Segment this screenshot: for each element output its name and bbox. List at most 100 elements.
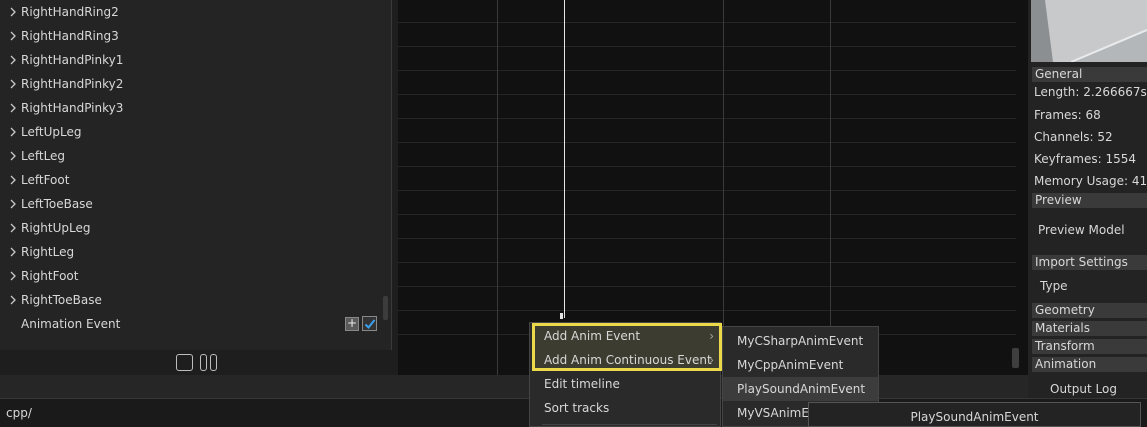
tree-item-left-foot[interactable]: LeftFoot (0, 168, 380, 192)
preview-scene-image (1031, 0, 1147, 62)
timeline-track-row (398, 48, 1016, 71)
playhead-handle[interactable] (560, 313, 563, 319)
menu-separator (542, 424, 717, 425)
tree-item-label: RightHandPinky1 (21, 53, 124, 67)
tree-scrollbar-thumb[interactable] (383, 296, 388, 320)
tree-item-right-hand-pinky-1[interactable]: RightHandPinky1 (0, 48, 380, 72)
animation-event-label: Animation Event (21, 317, 121, 331)
chevron-right-icon[interactable] (8, 168, 18, 192)
tree-item-right-leg[interactable]: RightLeg (0, 240, 380, 264)
submenu-arrow-icon: › (709, 329, 714, 343)
tree-item-label: RightHandRing2 (21, 5, 119, 19)
submenu-item-my-csharp-anim-event[interactable]: MyCSharpAnimEvent (723, 329, 878, 353)
event-track-checkbox[interactable] (362, 316, 377, 331)
tree-item-left-toe-base[interactable]: LeftToeBase (0, 192, 380, 216)
memory-usage-value: Memory Usage: 41 kB (1034, 174, 1147, 188)
timeline-playhead[interactable] (564, 0, 565, 318)
timeline-gridline (723, 0, 724, 375)
chevron-right-icon[interactable] (8, 144, 18, 168)
timeline-scrollbar-thumb[interactable] (1012, 348, 1019, 368)
frames-value: Frames: 68 (1034, 108, 1101, 122)
tree-item-label: RightFoot (21, 269, 79, 283)
timeline-track-row (398, 120, 1016, 143)
skeleton-tree-panel: RightHandRing2 RightHandRing3 RightHandP… (0, 0, 392, 350)
timeline-track-row (398, 24, 1016, 47)
menu-item-add-anim-continuous-event[interactable]: Add Anim Continuous Event › (530, 348, 720, 372)
preview-section-header[interactable]: Preview (1032, 193, 1147, 208)
chevron-right-icon[interactable] (8, 264, 18, 288)
menu-item-label: Add Anim Event (544, 329, 641, 343)
materials-section-header[interactable]: Materials (1032, 321, 1147, 336)
menu-item-label: Edit timeline (544, 377, 620, 391)
timeline-track-row (398, 144, 1016, 167)
tree-item-label: RightUpLeg (21, 221, 91, 235)
channels-value: Channels: 52 (1034, 130, 1113, 144)
timeline-track-row (398, 72, 1016, 95)
menu-item-sort-tracks[interactable]: Sort tracks (530, 396, 720, 420)
chevron-right-icon[interactable] (8, 48, 18, 72)
timeline-gridline (830, 0, 831, 375)
timeline-gridline (497, 0, 498, 375)
chevron-right-icon[interactable] (8, 240, 18, 264)
tree-item-label: RightHandPinky2 (21, 77, 124, 91)
timeline-track-row (398, 216, 1016, 239)
tree-item-label: RightToeBase (21, 293, 102, 307)
geometry-section-header[interactable]: Geometry (1032, 303, 1147, 318)
tree-item-left-up-leg[interactable]: LeftUpLeg (0, 120, 380, 144)
length-value: Length: 2.266667s (1034, 85, 1147, 99)
preview-viewport[interactable] (1031, 0, 1147, 62)
tree-item-label: LeftUpLeg (21, 125, 82, 139)
chevron-right-icon[interactable] (8, 72, 18, 96)
transform-section-header[interactable]: Transform (1032, 339, 1147, 354)
tree-item-right-hand-ring-2[interactable]: RightHandRing2 (0, 0, 380, 24)
menu-item-edit-timeline[interactable]: Edit timeline (530, 372, 720, 396)
tree-item-right-hand-ring-3[interactable]: RightHandRing3 (0, 24, 380, 48)
output-log-tab[interactable]: Output Log (1050, 379, 1117, 399)
chevron-right-icon[interactable] (8, 120, 18, 144)
chevron-right-icon[interactable] (8, 288, 18, 312)
pause-button[interactable] (200, 354, 218, 371)
tree-item-right-hand-pinky-2[interactable]: RightHandPinky2 (0, 72, 380, 96)
chevron-right-icon[interactable] (8, 216, 18, 240)
menu-item-label: Sort tracks (544, 401, 610, 415)
timeline-area[interactable] (398, 0, 1028, 375)
timeline-track-row (398, 240, 1016, 263)
tree-item-right-hand-pinky-3[interactable]: RightHandPinky3 (0, 96, 380, 120)
playback-controls (0, 350, 398, 374)
menu-item-add-anim-event[interactable]: Add Anim Event › (530, 324, 720, 348)
general-section-header[interactable]: General (1032, 67, 1147, 82)
tree-item-right-toe-base[interactable]: RightToeBase (0, 288, 380, 312)
chevron-right-icon[interactable] (8, 96, 18, 120)
keyframes-value: Keyframes: 1554 (1034, 152, 1136, 166)
animation-section-header[interactable]: Animation (1032, 357, 1147, 372)
checkmark-icon (364, 319, 376, 329)
submenu-item-my-vs-anim-event[interactable]: MyVSAnimEvent (723, 401, 808, 425)
chevron-right-icon[interactable] (8, 24, 18, 48)
tree-item-label: LeftLeg (21, 149, 66, 163)
chevron-right-icon[interactable] (8, 0, 18, 24)
timeline-track-row (398, 288, 1016, 311)
tree-item-label: RightHandRing3 (21, 29, 119, 43)
timeline-track-row (398, 168, 1016, 191)
menu-item-label: Add Anim Continuous Event (544, 353, 712, 367)
chevron-right-icon[interactable] (8, 192, 18, 216)
submenu-arrow-icon: › (709, 353, 714, 367)
submenu-item-my-cpp-anim-event[interactable]: MyCppAnimEvent (723, 353, 878, 377)
tree-item-animation-event[interactable]: Animation Event (0, 312, 380, 336)
tree-item-left-leg[interactable]: LeftLeg (0, 144, 380, 168)
tree-item-label: RightLeg (21, 245, 75, 259)
stop-button[interactable] (176, 354, 193, 371)
tree-item-right-up-leg[interactable]: RightUpLeg (0, 216, 380, 240)
tree-item-label: LeftToeBase (21, 197, 93, 211)
timeline-track-row (398, 0, 1016, 23)
submenu-item-play-sound-anim-event[interactable]: PlaySoundAnimEvent (723, 377, 878, 401)
tree-item-right-foot[interactable]: RightFoot (0, 264, 380, 288)
tree-item-label: RightHandPinky3 (21, 101, 124, 115)
timeline-track-row (398, 96, 1016, 119)
add-event-track-button[interactable]: + (345, 317, 359, 331)
pause-bar-icon (200, 354, 207, 371)
tree-item-label: LeftFoot (21, 173, 70, 187)
tooltip-text: PlaySoundAnimEvent (910, 410, 1039, 424)
timeline-track-row (398, 192, 1016, 215)
import-settings-section-header[interactable]: Import Settings (1032, 255, 1147, 270)
